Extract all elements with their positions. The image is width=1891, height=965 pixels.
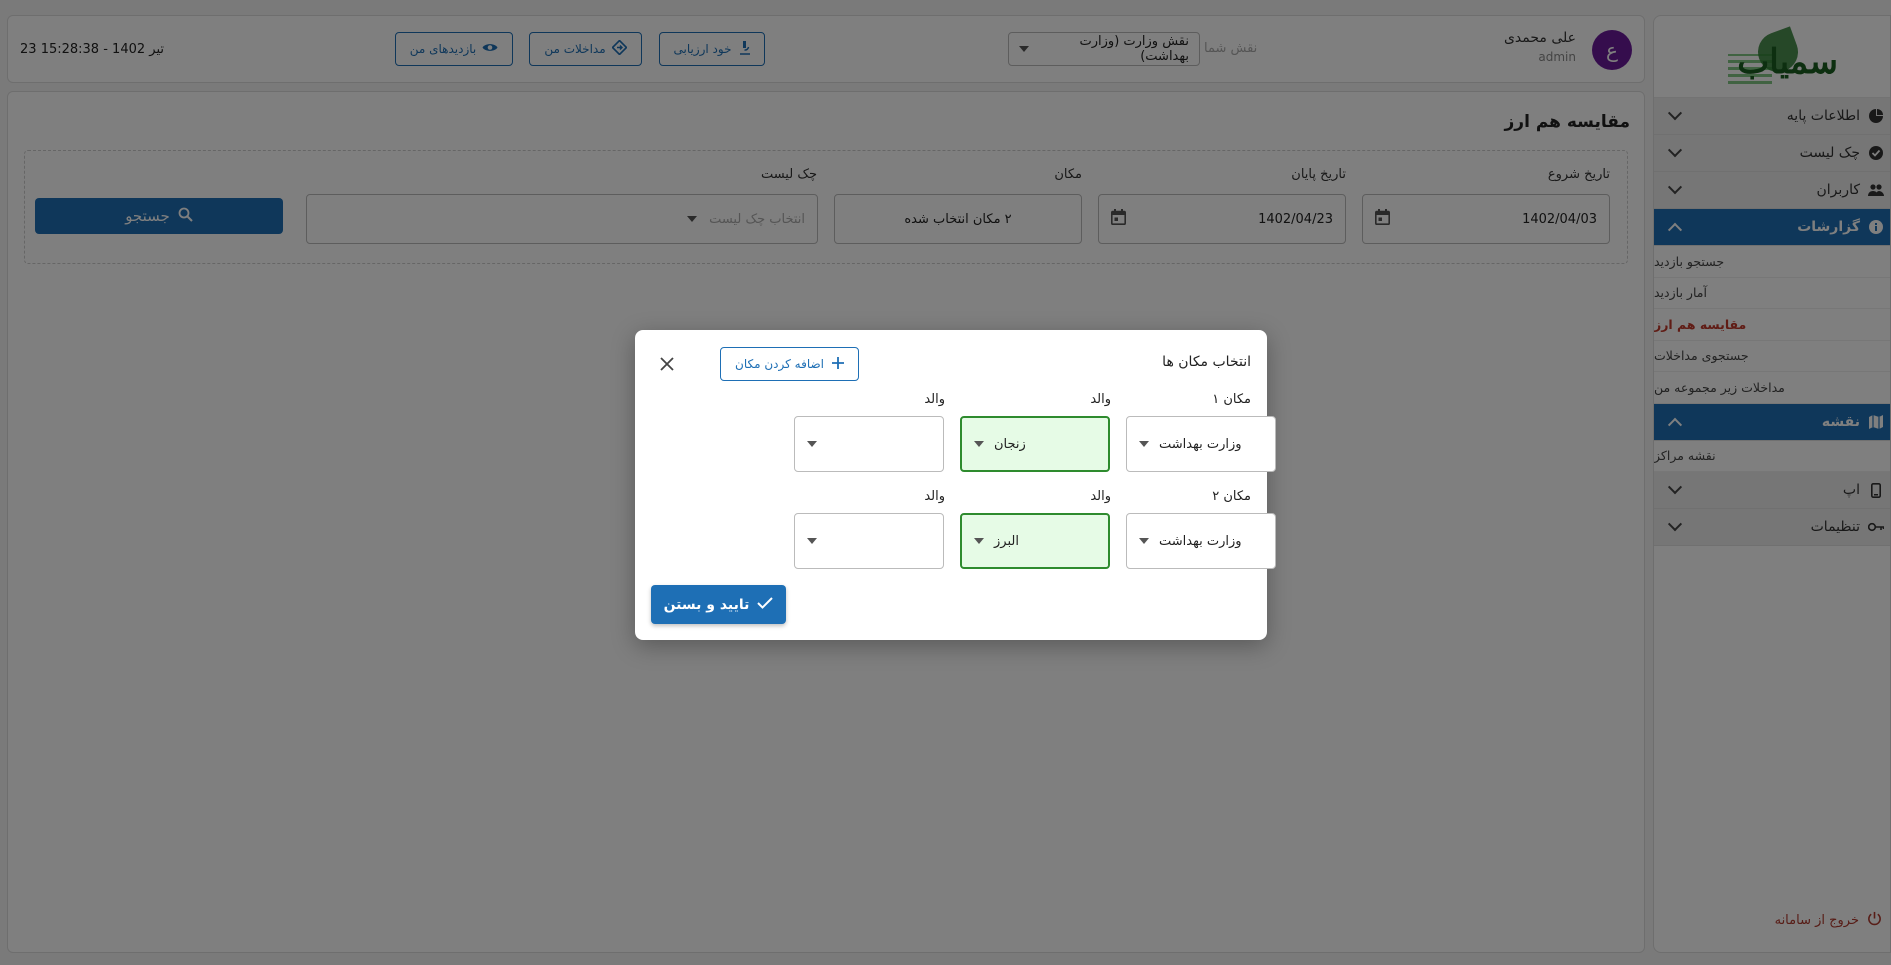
select-value: البرز [994, 533, 1019, 549]
place-1-level-1-select[interactable]: وزارت بهداشت [1126, 416, 1276, 472]
place-1-parent-label-2: والد [924, 392, 945, 407]
place-2-level-2-select[interactable]: البرز [960, 513, 1110, 569]
place-2-parent-label-1: والد [1090, 489, 1111, 504]
caret-down-icon [1139, 538, 1149, 544]
select-value: زنجان [994, 436, 1026, 452]
caret-down-icon [974, 538, 984, 544]
place-1-parent-label-1: والد [1090, 392, 1111, 407]
select-value: وزارت بهداشت [1159, 533, 1242, 549]
place-2-parent-label-2: والد [924, 489, 945, 504]
confirm-close-button[interactable]: تایید و بستن [651, 585, 786, 624]
caret-down-icon [974, 441, 984, 447]
check-icon [757, 596, 774, 613]
close-icon[interactable] [659, 356, 677, 374]
select-places-dialog: انتخاب مکان ها اضافه کردن مکان مکان ۱ وا… [635, 330, 1276, 640]
caret-down-icon [807, 538, 817, 544]
add-place-button[interactable]: اضافه کردن مکان [720, 347, 859, 381]
confirm-close-label: تایید و بستن [663, 596, 750, 613]
place-1-label: مکان ۱ [1212, 392, 1251, 407]
dialog-title: انتخاب مکان ها [1162, 354, 1251, 370]
select-value: وزارت بهداشت [1159, 436, 1242, 452]
place-1-level-2-select[interactable]: زنجان [960, 416, 1110, 472]
place-2-level-3-select[interactable] [794, 513, 944, 569]
plus-icon [832, 356, 844, 372]
place-2-label: مکان ۲ [1212, 489, 1251, 504]
caret-down-icon [807, 441, 817, 447]
place-2-level-1-select[interactable]: وزارت بهداشت [1126, 513, 1276, 569]
caret-down-icon [1139, 441, 1149, 447]
add-place-label: اضافه کردن مکان [735, 357, 824, 371]
place-1-level-3-select[interactable] [794, 416, 944, 472]
